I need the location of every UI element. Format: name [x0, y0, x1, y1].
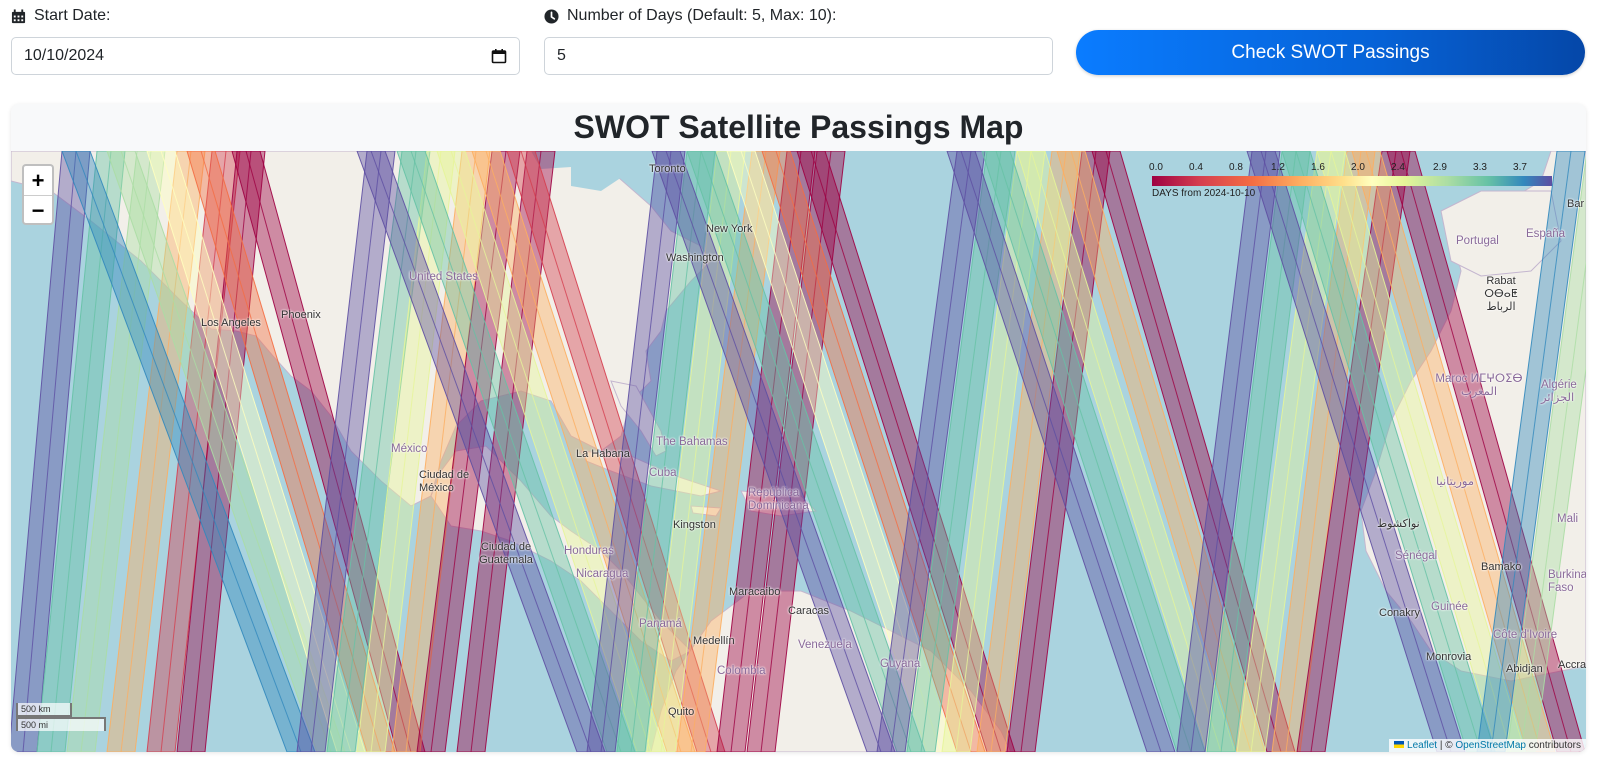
- legend-tick: 2.0: [1351, 162, 1365, 173]
- place-label: Guinée: [1431, 601, 1469, 613]
- days-label: Number of Days (Default: 5, Max: 10):: [567, 7, 837, 24]
- legend-tick: 0.0: [1149, 162, 1163, 173]
- start-date-input[interactable]: 10/10/2024: [11, 37, 520, 75]
- check-swot-passings-button[interactable]: Check SWOT Passings: [1076, 30, 1585, 75]
- place-label: United States: [409, 271, 479, 283]
- zoom-out-button[interactable]: −: [24, 195, 52, 224]
- place-label: Maroc ⵍⵎⵖⵔⵉⴱ المغرب: [1435, 373, 1523, 398]
- days-label-row: Number of Days (Default: 5, Max: 10):: [544, 7, 836, 25]
- legend-tick: 1.2: [1271, 162, 1285, 173]
- place-label: Guyana: [880, 658, 921, 670]
- place-label: Caracas: [788, 605, 829, 617]
- calendar-icon: [11, 8, 26, 23]
- flag-icon: [1394, 741, 1405, 748]
- place-label: نواكشوط: [1377, 518, 1420, 530]
- place-label: Algérie الجزائر: [1541, 379, 1577, 404]
- place-label: Cuba: [649, 467, 677, 479]
- legend-tick: 2.9: [1433, 162, 1447, 173]
- legend-ticks: 0.0 0.4 0.8 1.2 1.6 2.0 2.4 2.9 3.3 3.7: [1149, 162, 1564, 176]
- legend-tick: 3.3: [1473, 162, 1487, 173]
- start-date-label: Start Date:: [34, 7, 111, 24]
- days-value: 5: [557, 47, 566, 64]
- place-label: Burkina Faso: [1548, 569, 1586, 594]
- place-label: Abidjan: [1506, 663, 1543, 675]
- legend-tick: 0.4: [1189, 162, 1203, 173]
- place-label: Toronto: [649, 163, 686, 175]
- place-label: Quito: [668, 706, 695, 718]
- osm-link[interactable]: OpenStreetMap: [1455, 740, 1526, 751]
- place-label: España: [1526, 228, 1566, 240]
- place-label: Mali: [1557, 513, 1579, 525]
- place-label: Phoenix: [281, 309, 321, 321]
- place-label: Rabat ⵔⴱⴰⵟ الرباط: [1484, 275, 1518, 313]
- zoom-in-button[interactable]: +: [24, 166, 52, 195]
- place-label: Conakry: [1379, 607, 1420, 619]
- place-label: Bamako: [1481, 561, 1522, 573]
- place-label: Washington: [666, 252, 724, 264]
- leaflet-link[interactable]: Leaflet: [1407, 740, 1437, 751]
- days-input[interactable]: 5: [544, 37, 1053, 75]
- place-label: República Dominicana: [748, 487, 809, 512]
- search-form: Start Date: 10/10/2024 Number of Days (D…: [0, 0, 1603, 90]
- place-label: Ciudad de México: [419, 469, 470, 494]
- place-label: Colombia: [717, 665, 766, 677]
- map-attribution: Leaflet | © OpenStreetMap contributors: [1389, 739, 1586, 752]
- place-label: Venezuela: [798, 639, 852, 651]
- place-label: New York: [706, 223, 753, 235]
- place-label: Nicaragua: [576, 568, 629, 580]
- start-date-label-row: Start Date:: [11, 7, 110, 25]
- place-label: Sénégal: [1395, 550, 1438, 562]
- place-label: La Habana: [576, 448, 630, 460]
- legend-tick: 0.8: [1229, 162, 1243, 173]
- place-label: Monrovia: [1426, 651, 1472, 663]
- color-legend: 0.0 0.4 0.8 1.2 1.6 2.0 2.4 2.9 3.3 3.7 …: [1149, 162, 1564, 204]
- legend-tick: 2.4: [1391, 162, 1405, 173]
- legend-tick: 1.6: [1311, 162, 1325, 173]
- map-card: SWOT Satellite Passings Map + − 0.0 0.4 …: [11, 104, 1586, 752]
- map-container[interactable]: + − 0.0 0.4 0.8 1.2 1.6 2.0 2.4 2.9 3.3 …: [11, 151, 1586, 752]
- place-label: Côte d'Ivoire: [1493, 629, 1558, 641]
- place-label: Accra: [1558, 659, 1586, 671]
- place-label: Honduras: [564, 545, 614, 557]
- place-label: Ciudad de Guatemala: [479, 541, 533, 566]
- place-label: Medellín: [693, 635, 735, 647]
- zoom-control: + −: [22, 164, 54, 225]
- legend-tick: 3.7: [1513, 162, 1527, 173]
- place-label: موريتانيا: [1436, 476, 1475, 488]
- place-label: México: [391, 443, 428, 455]
- date-picker-icon[interactable]: [491, 48, 507, 64]
- scale-mi: 500 mi: [16, 717, 106, 731]
- clock-icon: [544, 8, 559, 24]
- attribution-contributors: contributors: [1525, 740, 1581, 751]
- place-label: Los Angeles: [201, 317, 261, 329]
- place-label: Maracaibo: [729, 586, 781, 598]
- map-scale: 500 km 500 mi: [16, 703, 106, 731]
- place-label: Portugal: [1456, 235, 1499, 247]
- legend-caption: DAYS from 2024-10-10: [1152, 188, 1256, 199]
- basemap: [11, 151, 1586, 752]
- scale-km: 500 km: [16, 703, 72, 717]
- start-date-value: 10/10/2024: [24, 47, 105, 64]
- place-label: Panamá: [639, 618, 682, 630]
- legend-color-bar: [1152, 176, 1552, 186]
- attribution-separator: | ©: [1437, 740, 1456, 751]
- place-label: Bar: [1567, 198, 1585, 210]
- place-label: The Bahamas: [656, 436, 728, 448]
- map-title: SWOT Satellite Passings Map: [573, 109, 1024, 145]
- place-label: Kingston: [673, 519, 716, 531]
